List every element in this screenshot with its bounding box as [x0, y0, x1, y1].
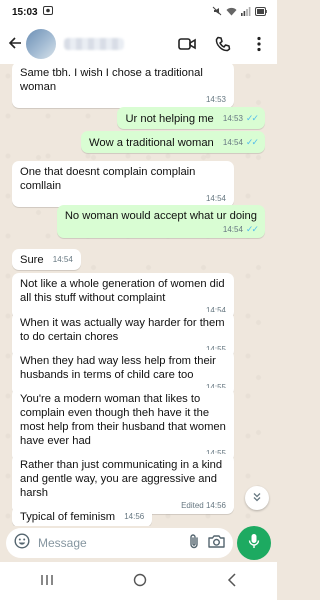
camera-icon[interactable]: [208, 534, 225, 553]
emoji-icon[interactable]: [14, 532, 30, 554]
message-outgoing[interactable]: Wow a traditional woman 14:54 ✓✓: [80, 131, 265, 153]
read-ticks-icon: ✓✓: [245, 113, 259, 123]
wifi-icon: [226, 7, 237, 18]
battery-icon: [255, 6, 267, 18]
phone-icon[interactable]: [213, 34, 233, 54]
nav-back-icon[interactable]: [227, 572, 237, 590]
screenshot-icon: [42, 6, 53, 18]
message-text: Rather than just communicating in a kind…: [20, 459, 223, 499]
message-text: You're a modern woman that likes to comp…: [20, 393, 226, 447]
message-time: 14:54: [205, 194, 226, 203]
mute-icon: [212, 6, 222, 18]
message-outgoing[interactable]: Ur not helping me 14:53 ✓✓: [117, 107, 265, 129]
message-time: 14:54: [52, 255, 73, 264]
message-text: Same tbh. I wish I chose a traditional w…: [20, 67, 203, 93]
message-text: Sure: [20, 254, 44, 266]
message-incoming[interactable]: One that doesnt complain complain comlla…: [12, 161, 234, 207]
message-text: Typical of feminism: [20, 511, 116, 523]
message-incoming[interactable]: Typical of feminism 14:56: [12, 506, 153, 526]
recents-icon[interactable]: [40, 573, 54, 589]
message-text: Wow a traditional woman: [88, 137, 214, 149]
scroll-to-bottom-button[interactable]: [245, 486, 269, 510]
message-input-box[interactable]: Message: [6, 528, 233, 558]
message-incoming[interactable]: Same tbh. I wish I chose a traditional w…: [12, 64, 234, 108]
video-call-icon[interactable]: [177, 34, 197, 54]
signal-icon: [241, 6, 251, 18]
message-text: No woman would accept what ur doing: [64, 210, 257, 222]
attach-icon[interactable]: [188, 533, 200, 554]
message-time: 14:54: [222, 225, 243, 234]
message-incoming[interactable]: Sure 14:54: [12, 249, 81, 270]
back-arrow-icon[interactable]: [8, 34, 24, 55]
message-time: 14:56: [124, 512, 145, 521]
double-chevron-down-icon: [252, 492, 262, 505]
read-ticks-icon: ✓✓: [245, 137, 259, 147]
more-vert-icon[interactable]: [249, 34, 269, 54]
read-ticks-icon: ✓✓: [245, 224, 259, 234]
message-input[interactable]: Message: [38, 536, 180, 550]
message-text: When it was actually way harder for them…: [20, 317, 225, 343]
message-outgoing[interactable]: No woman would accept what ur doing 14:5…: [56, 205, 265, 238]
avatar[interactable]: [26, 29, 56, 59]
message-time: 14:53: [205, 95, 226, 104]
contact-name-redacted[interactable]: [64, 38, 124, 50]
message-time: 14:54: [222, 138, 243, 147]
status-bar: 15:03: [0, 0, 277, 24]
system-nav-bar: [0, 562, 277, 600]
message-text: One that doesnt complain complain comlla…: [20, 166, 196, 192]
home-icon[interactable]: [133, 573, 147, 590]
status-time: 15:03: [12, 6, 38, 18]
message-text: Ur not helping me: [125, 113, 214, 125]
message-incoming[interactable]: Rather than just communicating in a kind…: [12, 454, 234, 514]
chat-header: [0, 24, 277, 64]
mic-button[interactable]: [237, 526, 271, 560]
message-text: Not like a whole generation of women did…: [20, 278, 225, 304]
mic-icon: [248, 533, 260, 554]
chat-area[interactable]: Same tbh. I wish I chose a traditional w…: [0, 64, 277, 526]
message-text: When they had way less help from their h…: [20, 355, 216, 381]
message-incoming[interactable]: You're a modern woman that likes to comp…: [12, 388, 234, 462]
composer: Message: [0, 526, 277, 560]
message-time: 14:53: [222, 114, 243, 123]
